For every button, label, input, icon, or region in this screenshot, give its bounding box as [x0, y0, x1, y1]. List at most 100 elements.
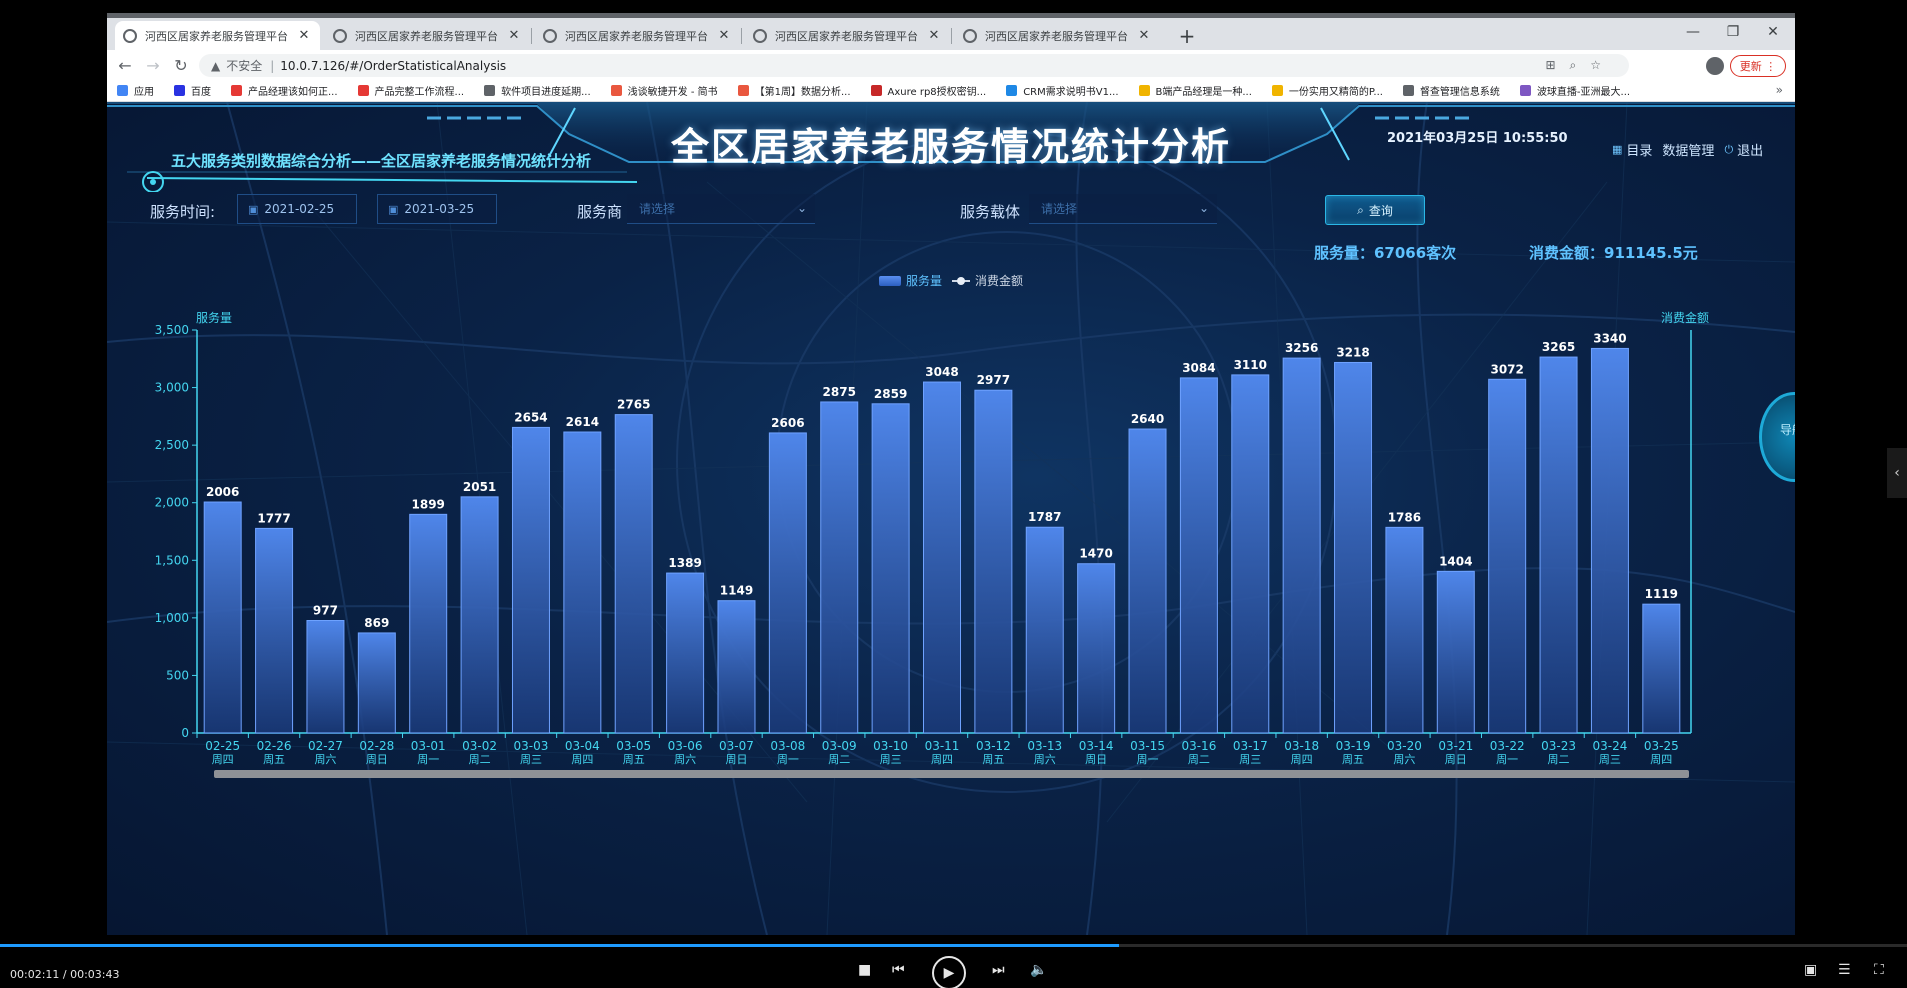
bookmark-item[interactable]: CRM需求说明书V1... — [1006, 83, 1119, 98]
forward-button[interactable]: → — [139, 56, 167, 75]
bar — [1539, 356, 1578, 734]
tab-5[interactable]: 河西区居家养老服务管理平台 ✕ — [955, 21, 1160, 50]
window-close-button[interactable]: ✕ — [1761, 24, 1785, 40]
next-icon[interactable]: ⏭ — [992, 962, 1005, 978]
bookmark-item[interactable]: 督查管理信息系统 — [1402, 83, 1500, 98]
x-tick-weekday-label: 周二 — [828, 753, 850, 766]
minimize-button[interactable]: — — [1681, 24, 1705, 40]
omnibox-divider: | — [270, 58, 275, 73]
bar — [666, 572, 705, 734]
x-tick-weekday-label: 周一 — [777, 753, 799, 766]
bar — [717, 600, 756, 734]
bookmark-item[interactable]: 软件项目进度延期... — [484, 83, 591, 98]
x-tick-date-label: 03-21 — [1438, 739, 1473, 753]
bookmark-item[interactable]: 应用 — [117, 83, 154, 98]
more-bookmarks-icon[interactable]: » — [1776, 83, 1783, 97]
bar — [409, 513, 448, 734]
x-tick-date-label: 02-25 — [205, 739, 240, 753]
settings-icon[interactable]: ☰ — [1838, 962, 1851, 978]
tab-title: 河西区居家养老服务管理平台 — [355, 29, 498, 43]
bookmark-favicon-icon — [737, 85, 749, 96]
stop-icon[interactable]: ■ — [858, 962, 871, 978]
bar — [306, 620, 345, 734]
bar-value-label: 2606 — [771, 416, 804, 430]
profile-avatar-icon[interactable] — [1706, 57, 1724, 75]
insecure-label: 不安全 — [226, 59, 263, 73]
y-tick-label: 3,000 — [155, 381, 189, 395]
bar — [203, 501, 242, 734]
bar — [614, 414, 653, 734]
x-tick-date-label: 03-07 — [719, 739, 754, 753]
x-tick-weekday-label: 周三 — [1599, 753, 1621, 766]
close-icon[interactable]: ✕ — [1136, 28, 1152, 43]
bar — [871, 403, 910, 734]
close-icon[interactable]: ✕ — [296, 28, 312, 43]
close-icon[interactable]: ✕ — [716, 28, 732, 43]
tab-title: 河西区居家养老服务管理平台 — [145, 29, 288, 43]
star-icon[interactable]: ☆ — [1590, 58, 1615, 72]
volume-icon[interactable]: 🔈 — [1030, 962, 1047, 978]
bar-value-label: 1470 — [1079, 547, 1112, 561]
tab-2[interactable]: 河西区居家养老服务管理平台 ✕ — [325, 21, 530, 50]
tab-divider — [531, 28, 532, 44]
panel-toggle-button[interactable]: ‹ — [1887, 448, 1907, 498]
bookmark-label: 应用 — [134, 87, 154, 98]
bookmark-item[interactable]: 波球直播-亚洲最大... — [1519, 83, 1630, 98]
bar-value-label: 869 — [364, 616, 389, 630]
bar-value-label: 1404 — [1439, 554, 1472, 568]
x-tick-weekday-label: 周二 — [469, 753, 491, 766]
bar-value-label: 3110 — [1234, 358, 1267, 372]
bookmark-item[interactable]: 浅谈敏捷开发 - 简书 — [610, 83, 718, 98]
address-bar[interactable]: ▲ 不安全 | 10.0.7.126/#/OrderStatisticalAna… — [199, 54, 1629, 77]
x-tick-date-label: 03-15 — [1130, 739, 1165, 753]
tab-4[interactable]: 河西区居家养老服务管理平台 ✕ — [745, 21, 950, 50]
x-tick-weekday-label: 周二 — [1548, 753, 1570, 766]
x-tick-weekday-label: 周六 — [314, 753, 336, 766]
y-tick-label: 3,500 — [155, 323, 189, 337]
update-button[interactable]: 更新 ⋮ — [1730, 55, 1786, 77]
bar-value-label: 1787 — [1028, 510, 1061, 524]
bookmark-item[interactable]: B端产品经理是一种... — [1138, 83, 1252, 98]
screenshot-icon[interactable]: ▣ — [1804, 962, 1817, 978]
bar — [1642, 603, 1681, 734]
x-tick-weekday-label: 周二 — [1188, 753, 1210, 766]
bar — [1488, 378, 1527, 734]
tab-3[interactable]: 河西区居家养老服务管理平台 ✕ — [535, 21, 740, 50]
apps-icon — [117, 85, 128, 96]
x-tick-date-label: 03-14 — [1079, 739, 1114, 753]
bar — [1128, 428, 1167, 734]
close-icon[interactable]: ✕ — [926, 28, 942, 43]
tab-1[interactable]: 河西区居家养老服务管理平台 ✕ — [115, 21, 320, 50]
bookmark-item[interactable]: 一份实用又精简的P... — [1271, 83, 1383, 98]
close-icon[interactable]: ✕ — [506, 28, 522, 43]
x-tick-weekday-label: 周一 — [1496, 753, 1518, 766]
x-tick-date-label: 03-22 — [1490, 739, 1525, 753]
bookmark-item[interactable]: 产品经理该如何正... — [231, 83, 338, 98]
new-tab-button[interactable]: + — [1175, 24, 1199, 48]
bar — [1231, 374, 1270, 734]
bookmark-item[interactable]: 百度 — [174, 83, 211, 98]
bookmark-item[interactable]: 产品完整工作流程... — [357, 83, 464, 98]
bookmark-item[interactable]: 【第1周】数据分析... — [737, 83, 851, 98]
bar — [1282, 357, 1321, 734]
bar-value-label: 3048 — [925, 365, 958, 379]
zoom-icon[interactable]: ⌕ — [1570, 58, 1591, 72]
chart-scrollbar[interactable] — [214, 770, 1689, 778]
fullscreen-icon[interactable]: ⛶ — [1874, 962, 1884, 978]
back-button[interactable]: ← — [111, 56, 139, 75]
qr-icon[interactable]: ⊞ — [1545, 58, 1569, 72]
previous-icon[interactable]: ⏮ — [892, 962, 905, 978]
bookmark-item[interactable]: Axure rp8授权密钥... — [870, 83, 986, 98]
bar — [820, 401, 859, 734]
video-timecode: 00:02:11 / 00:03:43 — [10, 968, 120, 981]
bar-value-label: 2006 — [206, 485, 239, 499]
bookmark-favicon-icon — [1271, 85, 1283, 96]
video-progress-bar[interactable] — [0, 944, 1907, 947]
play-button[interactable]: ▶ — [932, 956, 966, 988]
bar-value-label: 2765 — [617, 398, 650, 412]
restore-button[interactable]: ❐ — [1721, 24, 1745, 40]
bar-value-label: 3218 — [1336, 345, 1369, 359]
x-tick-date-label: 03-17 — [1233, 739, 1268, 753]
reload-button[interactable]: ↻ — [167, 56, 195, 75]
x-tick-weekday-label: 周三 — [1239, 753, 1261, 766]
